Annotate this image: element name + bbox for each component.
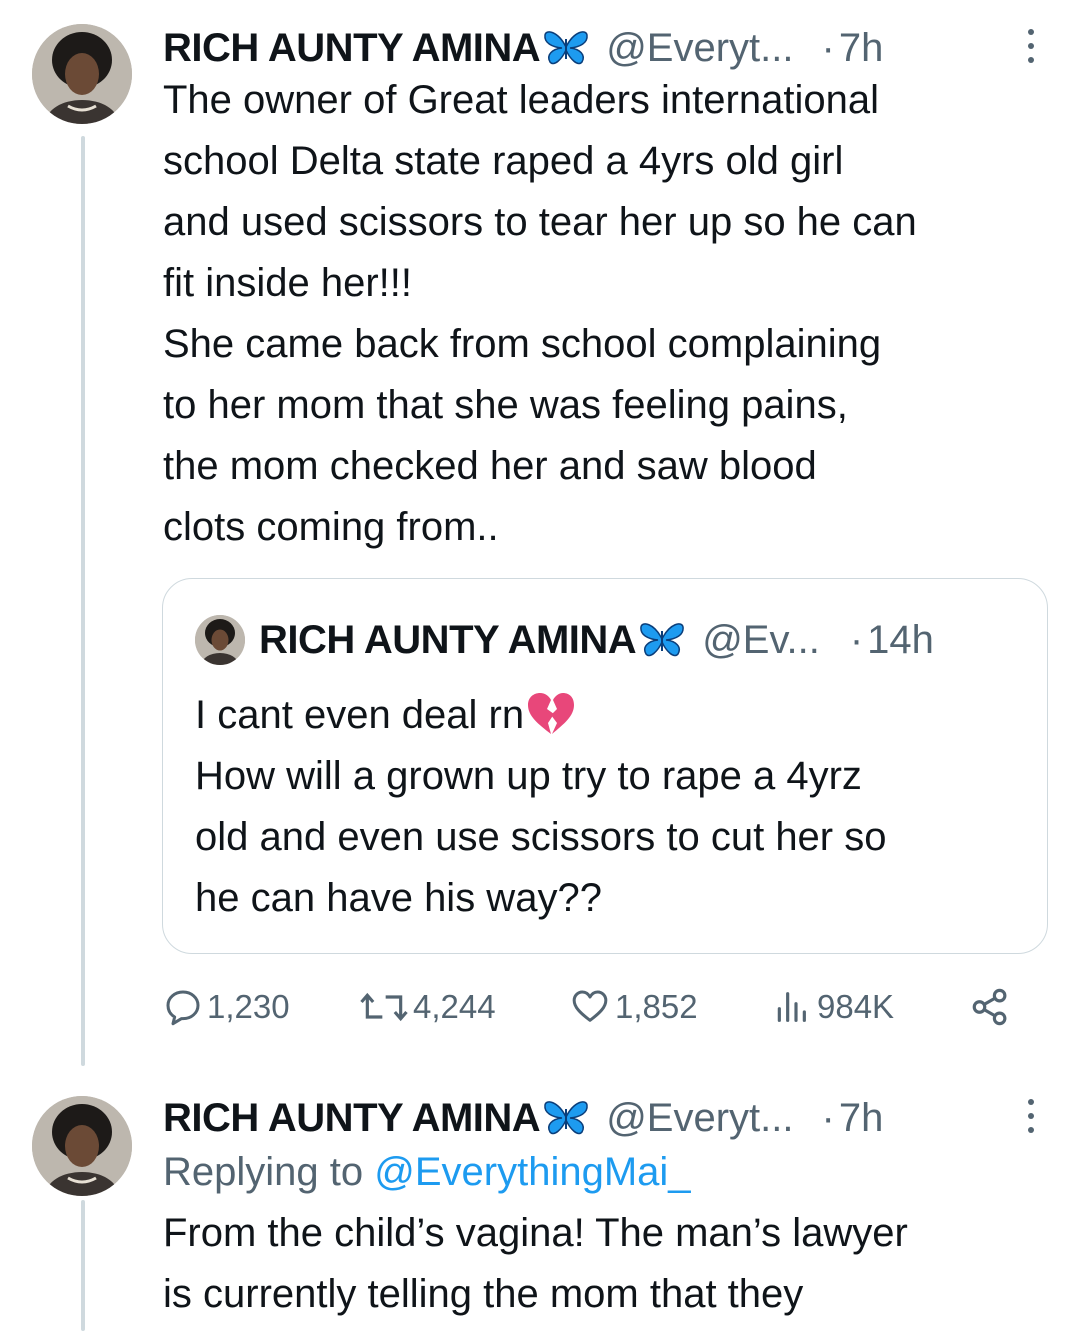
display-name: RICH AUNTY AMINA	[259, 617, 637, 662]
timestamp: 14h	[867, 617, 934, 662]
replying-prefix: Replying to	[163, 1150, 375, 1194]
views-button[interactable]: 984K	[769, 982, 894, 1032]
action-bar: 1,230 4,244 1,852 984K	[163, 982, 1023, 1032]
mention-link[interactable]: @EverythingMai_	[374, 1150, 690, 1194]
share-icon	[972, 988, 1007, 1026]
quote-text-line1: I cant even deal rn	[195, 693, 525, 737]
quote-header: RICH AUNTY AMINA @Ev... · 14h	[195, 615, 934, 665]
repost-icon	[360, 992, 408, 1022]
timestamp[interactable]: 7h	[839, 26, 884, 71]
handle: @Ev...	[702, 617, 820, 662]
repost-button[interactable]: 4,244	[359, 982, 496, 1032]
reply-count: 1,230	[207, 988, 290, 1025]
dot-separator: ·	[821, 1095, 835, 1140]
share-button[interactable]	[969, 982, 1011, 1032]
quoted-tweet[interactable]: RICH AUNTY AMINA @Ev... · 14h I cant eve…	[162, 578, 1048, 954]
repost-count: 4,244	[413, 988, 496, 1025]
more-icon[interactable]	[1025, 1094, 1037, 1138]
thread-line-bottom	[81, 1200, 85, 1331]
display-name[interactable]: RICH AUNTY AMINA	[163, 1096, 541, 1141]
broken-heart-icon	[528, 693, 575, 734]
more-icon[interactable]	[1025, 24, 1037, 68]
tweet-text: The owner of Great leaders international…	[163, 78, 917, 549]
views-icon	[777, 992, 806, 1022]
butterfly-icon	[640, 623, 684, 657]
tweet-header: RICH AUNTY AMINA @Everyt... · 7h	[163, 22, 1055, 74]
tweet-main[interactable]: RICH AUNTY AMINA @Everyt... · 7h The own…	[163, 22, 1055, 558]
reply-icon	[166, 990, 200, 1026]
tweet-text: From the child’s vagina! The man’s lawye…	[163, 1211, 908, 1316]
tweet-header: RICH AUNTY AMINA @Everyt... · 7h	[163, 1092, 1055, 1144]
avatar[interactable]	[32, 1096, 132, 1196]
handle[interactable]: @Everyt...	[606, 1096, 793, 1141]
butterfly-icon	[544, 1101, 588, 1135]
replying-to: Replying to @EverythingMai_	[163, 1142, 1055, 1203]
like-button[interactable]: 1,852	[569, 982, 698, 1032]
heart-outline-icon	[572, 990, 608, 1022]
reply-button[interactable]: 1,230	[163, 982, 290, 1032]
quote-text-rest: How will a grown up try to rape a 4yrz o…	[195, 754, 887, 920]
thread-line-top	[81, 136, 85, 1066]
view-count: 984K	[817, 988, 895, 1025]
dot-separator: ·	[849, 617, 864, 662]
timestamp[interactable]: 7h	[839, 1096, 884, 1141]
avatar	[195, 615, 245, 665]
display-name[interactable]: RICH AUNTY AMINA	[163, 26, 541, 71]
handle[interactable]: @Everyt...	[606, 26, 793, 71]
like-count: 1,852	[615, 988, 698, 1025]
butterfly-icon	[544, 31, 588, 65]
avatar[interactable]	[32, 24, 132, 124]
tweet-reply[interactable]: RICH AUNTY AMINA @Everyt... · 7h Replyin…	[163, 1092, 1055, 1325]
quote-text: I cant even deal rn How will a grown up …	[195, 685, 1023, 929]
dot-separator: ·	[821, 25, 835, 70]
